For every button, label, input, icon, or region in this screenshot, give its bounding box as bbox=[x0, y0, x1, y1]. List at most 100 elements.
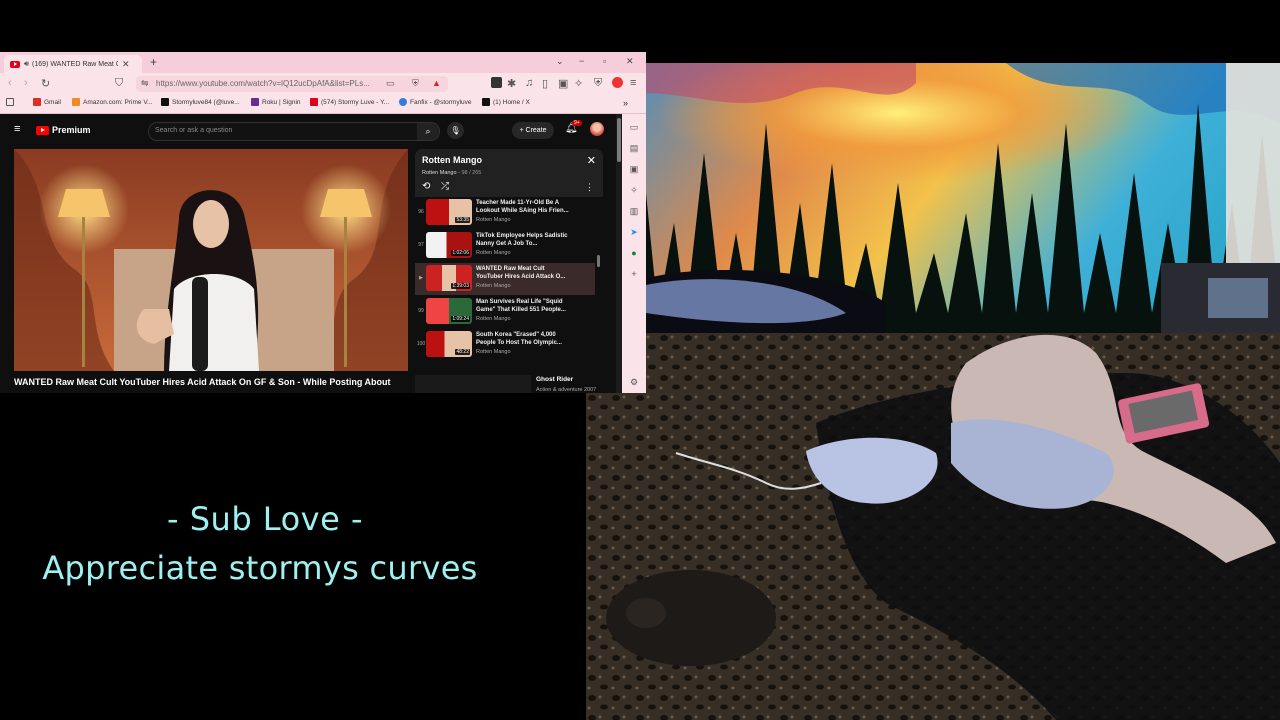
playlist-item[interactable]: 99 1:09:24 Man Survives Real Life "Squid… bbox=[415, 296, 595, 328]
youtube-premium-label[interactable]: Premium bbox=[52, 125, 91, 135]
microphone-icon[interactable]: 🎙︎ bbox=[447, 122, 464, 139]
tab-close-icon[interactable]: ✕ bbox=[122, 59, 130, 70]
playlist-item-title: Man Survives Real Life "Squid Game" That… bbox=[476, 299, 566, 313]
bookmark-youtube-channel[interactable]: (574) Stormy Luve - Y... bbox=[310, 98, 389, 106]
send-icon[interactable]: ➤ bbox=[628, 227, 640, 238]
site-info-icon[interactable]: ⇋ bbox=[141, 78, 149, 89]
playlist-item-title: Teacher Made 11-Yr-Old Be A Lookout Whil… bbox=[476, 200, 569, 214]
playlist-scrollbar-thumb[interactable] bbox=[597, 255, 600, 267]
more-bookmarks-icon[interactable]: » bbox=[623, 98, 628, 108]
search-input[interactable]: Search or ask a question ⌕ bbox=[148, 122, 440, 141]
gmail-icon bbox=[33, 98, 41, 106]
tab-bar: 🔊︎ (169) WANTED Raw Meat Cult Y ✕ + ⌄ − … bbox=[0, 52, 646, 73]
amazon-icon bbox=[72, 98, 80, 106]
sidebar-toggle-icon[interactable]: ▯ bbox=[542, 77, 548, 90]
address-bar[interactable]: ⇋ https://www.youtube.com/watch?v=lQ12uc… bbox=[136, 76, 448, 92]
clipboard-icon[interactable]: ▤ bbox=[628, 143, 640, 154]
youtube-logo-icon[interactable] bbox=[36, 126, 49, 135]
active-tab[interactable]: 🔊︎ (169) WANTED Raw Meat Cult Y ✕ bbox=[4, 55, 142, 73]
playlist-item-active[interactable]: ▶ 1:39:03 WANTED Raw Meat Cult YouTuber … bbox=[415, 263, 595, 295]
back-arrow-icon[interactable]: ‹ bbox=[8, 77, 12, 89]
bookmark-icon[interactable]: ⛉ bbox=[115, 77, 123, 90]
bed-area bbox=[586, 333, 1280, 720]
menu-icon[interactable]: ≡ bbox=[630, 77, 636, 89]
vpn-shield-icon[interactable]: ⛨ bbox=[594, 77, 602, 90]
bookmark-x-profile[interactable]: Stormyluve84 (@luve... bbox=[161, 98, 240, 106]
bookmark-x-home[interactable]: (1) Home / X bbox=[482, 98, 530, 106]
app-icon[interactable]: ● bbox=[628, 248, 640, 258]
playlist-item-index: 99 bbox=[418, 308, 424, 314]
loop-icon[interactable]: ⟲ bbox=[422, 181, 430, 192]
navigation-toolbar: ‹ › ↻ ⛉ ⇋ https://www.youtube.com/watch?… bbox=[0, 73, 646, 95]
playlist-item[interactable]: 100 48:22 South Korea "Erased" 4,000 Peo… bbox=[415, 329, 595, 361]
copilot-icon[interactable]: ✧ bbox=[574, 77, 583, 90]
video-thumbnail: 1:02:06 bbox=[426, 232, 472, 258]
notification-badge: 9+ bbox=[572, 120, 582, 126]
screenshot-icon[interactable]: ▭ bbox=[386, 78, 395, 89]
shuffle-icon[interactable]: ⤮ bbox=[441, 181, 449, 192]
video-thumbnail: 48:22 bbox=[426, 331, 472, 357]
new-tab-button[interactable]: + bbox=[150, 55, 157, 69]
bookmark-fanfix[interactable]: Fanfix - @stormyluve bbox=[399, 98, 472, 106]
bookmark-label: Fanfix - @stormyluve bbox=[410, 98, 472, 106]
bookmark-gmail[interactable]: Gmail bbox=[33, 98, 61, 106]
video-player[interactable] bbox=[14, 149, 408, 371]
playlist-item[interactable]: 97 1:02:06 TikTok Employee Helps Sadisti… bbox=[415, 230, 595, 262]
close-window-button[interactable]: ✕ bbox=[626, 56, 634, 67]
avatar[interactable] bbox=[590, 122, 604, 136]
create-label: Create bbox=[525, 127, 547, 134]
duration-label: 1:09:24 bbox=[451, 316, 470, 322]
recommendation-thumbnail[interactable] bbox=[415, 375, 531, 393]
video-thumbnail: 1:39:03 bbox=[426, 265, 472, 291]
close-icon[interactable]: ✕ bbox=[587, 154, 596, 167]
overlay-caption-line2: Appreciate stormys curves bbox=[42, 549, 478, 587]
youtube-icon bbox=[310, 98, 318, 106]
more-options-icon[interactable]: ⋮ bbox=[585, 182, 594, 193]
playlist-list: 96 53:35 Teacher Made 11-Yr-Old Be A Loo… bbox=[415, 197, 603, 371]
add-icon[interactable]: + bbox=[628, 269, 640, 279]
playlist-title[interactable]: Rotten Mango bbox=[422, 155, 482, 165]
minimize-button[interactable]: − bbox=[579, 56, 584, 66]
duration-label: 53:35 bbox=[455, 217, 470, 223]
hamburger-menu-icon[interactable]: ≡ bbox=[14, 123, 20, 135]
playlist-channel[interactable]: Rotten Mango bbox=[422, 170, 457, 176]
maximize-button[interactable]: ▫ bbox=[603, 56, 606, 66]
profile-icon[interactable] bbox=[612, 77, 623, 88]
music-note-icon[interactable]: ♫ bbox=[525, 77, 533, 89]
shield-icon[interactable]: ⛨ bbox=[412, 78, 419, 89]
playlist-item-channel: Rotten Mango bbox=[476, 316, 511, 322]
recommendation-subtitle: Action & adventure 2007 bbox=[536, 387, 597, 393]
video-thumbnail: 53:35 bbox=[426, 199, 472, 225]
chevron-down-icon[interactable]: ⌄ bbox=[556, 56, 564, 67]
bookmark-label: Amazon.com: Prime V... bbox=[83, 98, 153, 106]
search-icon[interactable]: ⌕ bbox=[417, 123, 439, 140]
x-icon bbox=[161, 98, 169, 106]
video-title[interactable]: WANTED Raw Meat Cult YouTuber Hires Acid… bbox=[14, 377, 394, 387]
puzzle-icon[interactable]: ✱ bbox=[507, 77, 516, 90]
bookmarks-bar: Gmail Amazon.com: Prime V... Stormyluve8… bbox=[0, 95, 646, 114]
playlist-scrollbar[interactable] bbox=[596, 197, 601, 371]
page-scrollbar-thumb[interactable] bbox=[617, 118, 621, 162]
bookmark-amazon[interactable]: Amazon.com: Prime V... bbox=[72, 98, 152, 106]
playlist-item[interactable]: 96 53:35 Teacher Made 11-Yr-Old Be A Loo… bbox=[415, 197, 595, 229]
overlay-caption-line1: - Sub Love - bbox=[167, 500, 363, 538]
forward-arrow-icon[interactable]: › bbox=[24, 77, 28, 89]
bookmark-apps[interactable] bbox=[6, 98, 17, 106]
tv-icon[interactable]: ▭ bbox=[628, 122, 640, 133]
extension-icon[interactable] bbox=[491, 77, 502, 88]
sparkle-icon[interactable]: ✧ bbox=[628, 185, 640, 196]
playlist-meta: Rotten Mango - 98 / 265 bbox=[422, 170, 482, 176]
wallet-icon[interactable]: ▣ bbox=[558, 77, 568, 90]
audio-playing-icon[interactable]: 🔊︎ bbox=[24, 59, 29, 69]
fanfix-icon bbox=[399, 98, 407, 106]
tab-title: (169) WANTED Raw Meat Cult Y bbox=[32, 60, 118, 68]
settings-gear-icon[interactable]: ⚙ bbox=[628, 377, 640, 388]
url-text: https://www.youtube.com/watch?v=lQ12ucDp… bbox=[156, 79, 370, 88]
bookmark-roku[interactable]: Roku | Signin bbox=[251, 98, 301, 106]
wallet-icon[interactable]: ▣ bbox=[628, 164, 640, 175]
reload-icon[interactable]: ↻ bbox=[41, 77, 50, 90]
create-button[interactable]: + Create bbox=[512, 122, 554, 139]
reading-list-icon[interactable]: ▥ bbox=[628, 206, 640, 217]
warning-icon[interactable]: ▲ bbox=[432, 78, 441, 88]
recommendation-title[interactable]: Ghost Rider bbox=[536, 376, 573, 383]
